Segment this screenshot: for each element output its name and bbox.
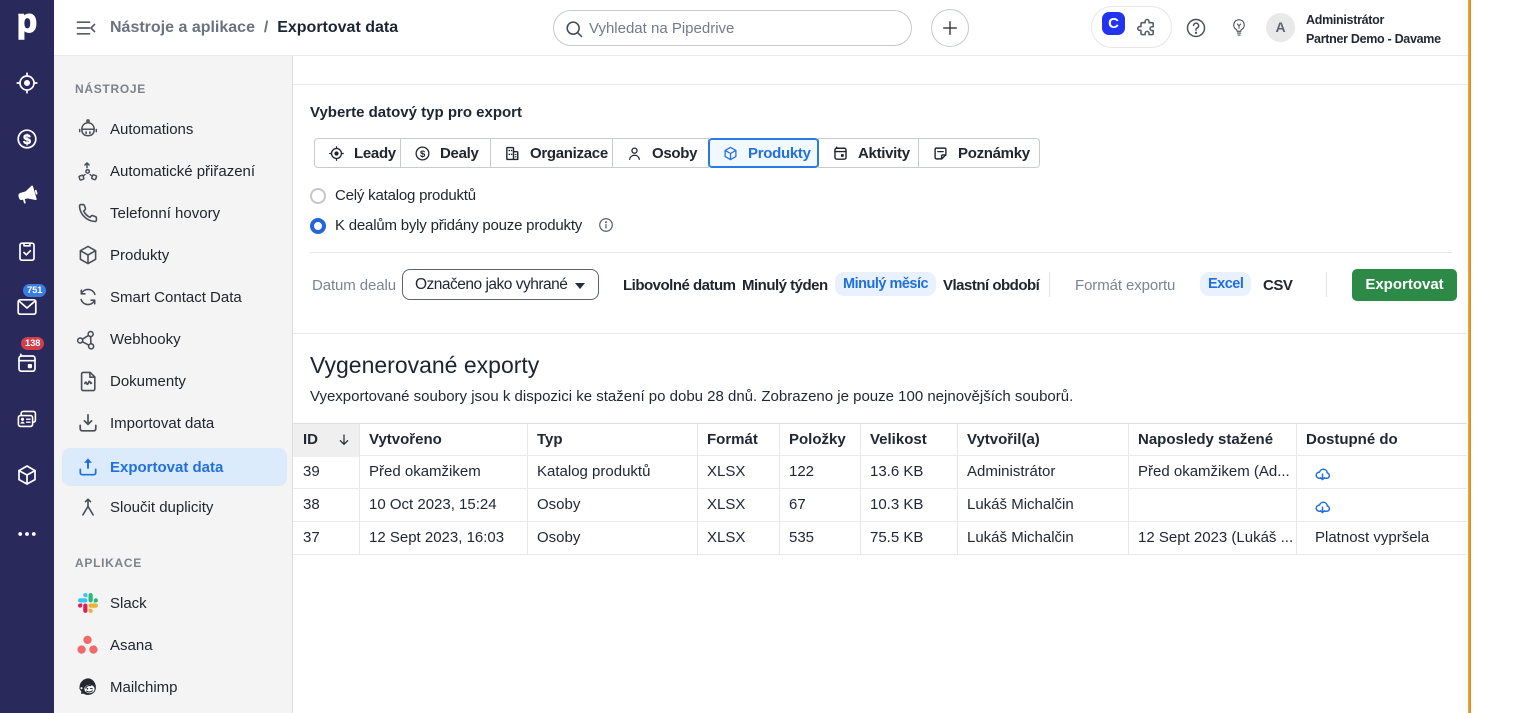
svg-text:$: $ xyxy=(23,131,31,147)
svg-text:$: $ xyxy=(420,148,426,159)
